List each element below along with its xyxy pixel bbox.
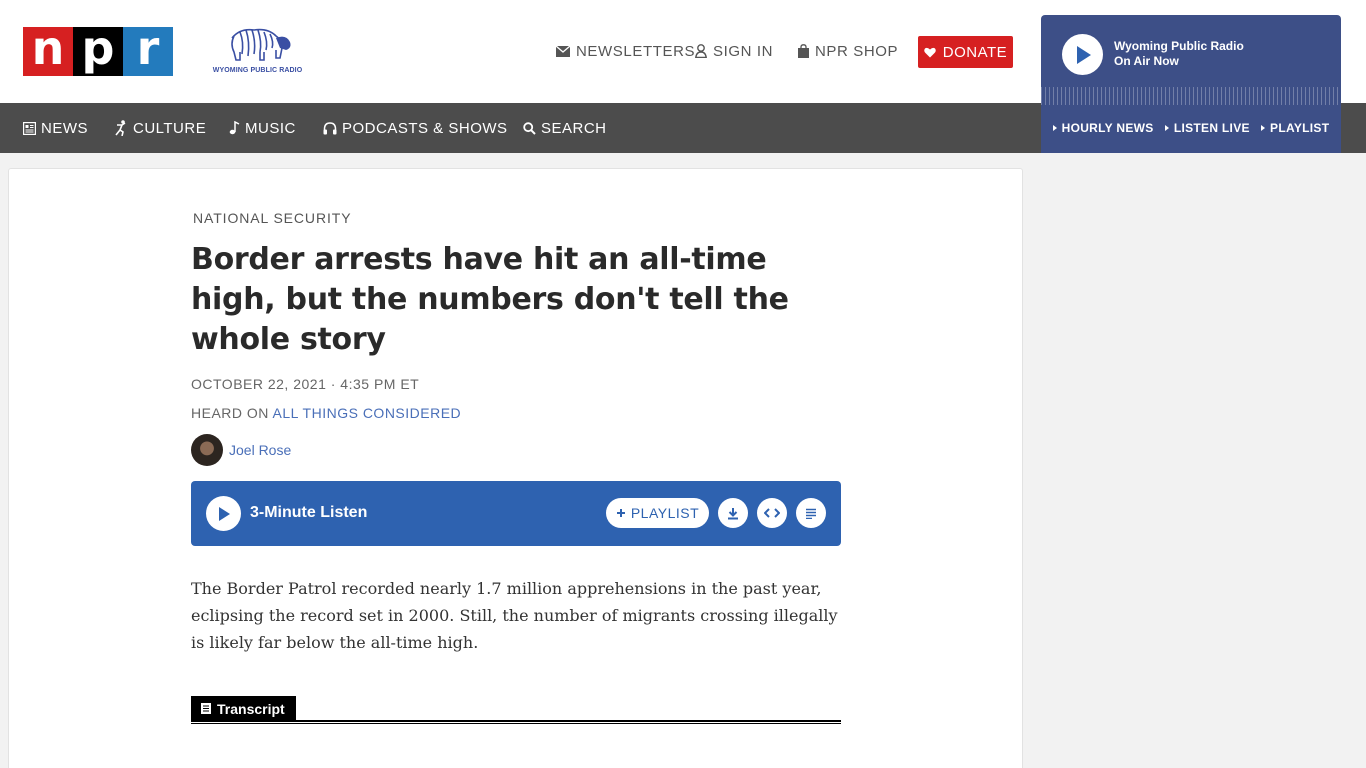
plus-icon xyxy=(616,509,625,517)
heard-on: HEARD ON ALL THINGS CONSIDERED xyxy=(191,405,461,421)
caret-right-icon xyxy=(1261,125,1266,131)
station-player: Wyoming Public Radio On Air Now HOURLY N… xyxy=(1041,15,1341,153)
nav-item-culture[interactable]: CULTURE xyxy=(115,103,206,153)
donate-label: DONATE xyxy=(942,43,1008,61)
text-lines-icon xyxy=(806,508,816,519)
search-icon xyxy=(523,121,536,135)
sign-in-link[interactable]: SIGN IN xyxy=(695,40,773,62)
news-icon xyxy=(23,121,36,135)
document-icon xyxy=(201,703,211,714)
playlist-link-label: PLAYLIST xyxy=(1270,121,1330,135)
article-teaser: The Border Patrol recorded nearly 1.7 mi… xyxy=(191,579,838,652)
newsletters-link[interactable]: NEWSLETTERS xyxy=(556,40,695,62)
nav-item-music[interactable]: MUSIC xyxy=(229,103,296,153)
sign-in-label: SIGN IN xyxy=(713,42,774,60)
article-slug[interactable]: NATIONAL SECURITY xyxy=(193,210,351,226)
station-logo-text: WYOMING PUBLIC RADIO xyxy=(212,67,303,74)
npr-logo[interactable]: n p r xyxy=(23,25,173,76)
npr-shop-label: NPR SHOP xyxy=(815,42,899,60)
npr-shop-link[interactable]: NPR SHOP xyxy=(798,40,898,62)
embed-button[interactable] xyxy=(757,498,787,528)
station-logo[interactable]: WYOMING PUBLIC RADIO xyxy=(210,24,305,78)
bison-icon xyxy=(231,28,291,61)
embed-code-icon xyxy=(764,508,780,518)
transcript-button[interactable] xyxy=(796,498,826,528)
npr-logo-n: n xyxy=(23,25,73,76)
show-link[interactable]: ALL THINGS CONSIDERED xyxy=(273,405,462,421)
audio-title: 3-Minute Listen xyxy=(250,504,368,521)
nav-culture-label: CULTURE xyxy=(133,119,207,137)
player-station-name: Wyoming Public Radio xyxy=(1114,39,1244,53)
article-headline: Border arrests have hit an all-time high… xyxy=(191,242,789,357)
headphones-icon xyxy=(323,121,337,134)
download-button[interactable] xyxy=(718,498,748,528)
author-avatar[interactable] xyxy=(191,434,223,466)
transcript-divider xyxy=(191,720,841,724)
playlist-label: PLAYLIST xyxy=(630,505,700,521)
player-links: HOURLY NEWS LISTEN LIVE PLAYLIST xyxy=(1041,103,1341,153)
nav-search-label: SEARCH xyxy=(541,119,607,137)
download-icon xyxy=(728,507,738,519)
listen-live-label: LISTEN LIVE xyxy=(1173,121,1250,135)
article-dateline: OCTOBER 22, 2021 · 4:35 PM ET xyxy=(191,376,420,392)
nav-item-search[interactable]: SEARCH xyxy=(523,103,607,153)
newsletters-label: NEWSLETTERS xyxy=(576,42,696,60)
heart-icon xyxy=(924,47,936,57)
nav-item-podcasts-shows[interactable]: PODCASTS & SHOWS xyxy=(323,103,508,153)
author-link[interactable]: Joel Rose xyxy=(229,442,291,458)
heard-on-prefix: HEARD ON xyxy=(191,405,273,421)
caret-right-icon xyxy=(1164,125,1169,131)
caret-right-icon xyxy=(1052,125,1057,131)
npr-logo-r: r xyxy=(123,25,173,76)
player-on-air-status: On Air Now xyxy=(1114,54,1179,68)
hourly-news-link[interactable]: HOURLY NEWS xyxy=(1052,121,1154,135)
play-icon xyxy=(1076,45,1091,64)
envelope-icon xyxy=(556,45,570,57)
shopping-bag-icon xyxy=(798,44,809,58)
donate-button[interactable]: DONATE xyxy=(918,36,1013,68)
nav-item-news[interactable]: NEWS xyxy=(23,103,88,153)
play-icon xyxy=(218,506,230,521)
live-play-button[interactable] xyxy=(1062,34,1103,75)
nav-music-label: MUSIC xyxy=(245,119,296,137)
playlist-link[interactable]: PLAYLIST xyxy=(1261,121,1329,135)
byline: Joel Rose xyxy=(191,434,291,466)
audio-play-button[interactable] xyxy=(206,496,241,531)
nav-news-label: NEWS xyxy=(41,119,88,137)
add-to-playlist-button[interactable]: PLAYLIST xyxy=(606,498,709,528)
audio-player-bar: 3-Minute Listen PLAYLIST xyxy=(191,481,841,546)
transcript-tab[interactable]: Transcript xyxy=(191,696,296,721)
culture-icon xyxy=(115,120,126,136)
npr-logo-p: p xyxy=(73,25,123,76)
user-icon xyxy=(695,44,707,58)
music-icon xyxy=(229,121,240,135)
listen-live-link[interactable]: LISTEN LIVE xyxy=(1164,121,1250,135)
transcript-label: Transcript xyxy=(217,700,285,717)
nav-podcasts-label: PODCASTS & SHOWS xyxy=(342,119,508,137)
hourly-news-label: HOURLY NEWS xyxy=(1061,121,1154,135)
